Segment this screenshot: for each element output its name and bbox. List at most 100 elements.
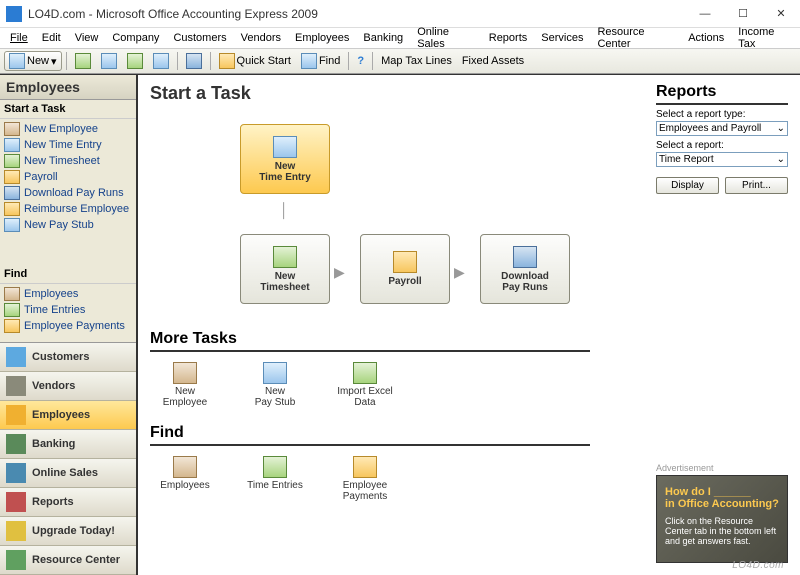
sidebar-item-new-time-entry[interactable]: New Time Entry (0, 137, 136, 153)
menu-vendors[interactable]: Vendors (235, 30, 287, 46)
reports-icon (6, 492, 26, 512)
more-tasks-row: New Employee New Pay Stub Import Excel D… (150, 358, 788, 418)
report-select[interactable]: Time Report⌄ (656, 152, 788, 167)
word-icon (153, 53, 169, 69)
quick-start-button[interactable]: Quick Start (215, 51, 295, 71)
online-icon (6, 463, 26, 483)
advertisement: Advertisement How do I ______ in Office … (656, 463, 788, 563)
find-employees[interactable]: Employees (150, 456, 220, 502)
sidebar-title: Employees (0, 75, 136, 100)
menu-customers[interactable]: Customers (167, 30, 232, 46)
tb-save[interactable] (97, 51, 121, 71)
find-time-entries[interactable]: Time Entries (240, 456, 310, 502)
nav-employees[interactable]: Employees (0, 401, 136, 430)
tb-help[interactable]: ? (353, 53, 368, 69)
menu-resource-center[interactable]: Resource Center (591, 24, 680, 52)
sidebar-item-payroll[interactable]: Payroll (0, 169, 136, 185)
find-heading: Find (150, 424, 590, 446)
sidebar-item-pay-stub[interactable]: New Pay Stub (0, 217, 136, 233)
chevron-down-icon: ⌄ (777, 123, 785, 134)
sidebar-start-heading: Start a Task (0, 100, 136, 119)
sidebar-find-employees[interactable]: Employees (0, 286, 136, 302)
app-icon (6, 6, 22, 22)
excel-icon (127, 53, 143, 69)
flow-payroll[interactable]: Payroll (360, 234, 450, 304)
report-type-select[interactable]: Employees and Payroll⌄ (656, 121, 788, 136)
sidebar-find-time-entries[interactable]: Time Entries (0, 302, 136, 318)
ad-body: Click on the Resource Center tab in the … (665, 516, 779, 546)
nav-resource-center[interactable]: Resource Center (0, 546, 136, 575)
payroll-icon (393, 251, 417, 273)
flow-download-pay-runs[interactable]: Download Pay Runs (480, 234, 570, 304)
tb-word[interactable] (149, 51, 173, 71)
employees-icon (6, 405, 26, 425)
find-icon (301, 53, 317, 69)
map-tax-lines-button[interactable]: Map Tax Lines (377, 53, 456, 69)
arrow-down: │ (280, 202, 289, 218)
flow-new-timesheet[interactable]: New Timesheet (240, 234, 330, 304)
nav-banking[interactable]: Banking (0, 430, 136, 459)
find-employee-payments[interactable]: Employee Payments (330, 456, 400, 502)
menu-income-tax[interactable]: Income Tax (732, 24, 796, 52)
sidebar-item-reimburse[interactable]: Reimburse Employee (0, 201, 136, 217)
payment-icon (353, 456, 377, 478)
reimburse-icon (4, 202, 20, 216)
person-icon (173, 362, 197, 384)
menu-reports[interactable]: Reports (483, 30, 534, 46)
timesheet-icon (273, 246, 297, 268)
resource-icon (6, 550, 26, 570)
fixed-assets-button[interactable]: Fixed Assets (458, 53, 528, 69)
print-button[interactable]: Print... (725, 177, 788, 194)
excel-icon (353, 362, 377, 384)
display-button[interactable]: Display (656, 177, 719, 194)
minimize-button[interactable]: — (686, 0, 724, 28)
nav-upgrade[interactable]: Upgrade Today! (0, 517, 136, 546)
arrow-right: ▶ (334, 264, 345, 281)
find-button[interactable]: Find (297, 51, 344, 71)
paystub-icon (4, 218, 20, 232)
menu-online-sales[interactable]: Online Sales (411, 24, 481, 52)
task-new-employee[interactable]: New Employee (150, 362, 220, 408)
report-type-label: Select a report type: (656, 109, 788, 120)
payment-icon (4, 319, 20, 333)
flow-new-time-entry[interactable]: New Time Entry (240, 124, 330, 194)
menu-file[interactable]: File (4, 30, 34, 46)
toolbar-separator (348, 52, 349, 70)
main-panel: Start a Task New Time Entry New Timeshee… (138, 75, 800, 575)
sidebar-item-download-pay-runs[interactable]: Download Pay Runs (0, 185, 136, 201)
new-icon (9, 53, 25, 69)
nav-vendors[interactable]: Vendors (0, 372, 136, 401)
menu-employees[interactable]: Employees (289, 30, 355, 46)
nav-reports[interactable]: Reports (0, 488, 136, 517)
sheet-icon (4, 303, 20, 317)
menu-edit[interactable]: Edit (36, 30, 67, 46)
task-import-excel[interactable]: Import Excel Data (330, 362, 400, 408)
tb-excel[interactable] (123, 51, 147, 71)
chevron-down-icon: ⌄ (777, 154, 785, 165)
quick-start-icon (219, 53, 235, 69)
sidebar-item-new-timesheet[interactable]: New Timesheet (0, 153, 136, 169)
menu-services[interactable]: Services (535, 30, 589, 46)
menu-actions[interactable]: Actions (682, 30, 730, 46)
tb-refresh[interactable] (182, 51, 206, 71)
sidebar: Employees Start a Task New Employee New … (0, 75, 138, 575)
people-icon (173, 456, 197, 478)
menu-banking[interactable]: Banking (357, 30, 409, 46)
nav-customers[interactable]: Customers (0, 343, 136, 372)
vendors-icon (6, 376, 26, 396)
menu-company[interactable]: Company (106, 30, 165, 46)
window-title: LO4D.com - Microsoft Office Accounting E… (28, 7, 686, 21)
sidebar-find-payments[interactable]: Employee Payments (0, 318, 136, 334)
task-new-pay-stub[interactable]: New Pay Stub (240, 362, 310, 408)
new-button[interactable]: New ▾ (4, 51, 62, 71)
nav-online-sales[interactable]: Online Sales (0, 459, 136, 488)
tb-print[interactable] (71, 51, 95, 71)
menu-view[interactable]: View (69, 30, 105, 46)
time-icon (4, 138, 20, 152)
ad-box[interactable]: How do I ______ in Office Accounting? Cl… (656, 475, 788, 563)
menubar: File Edit View Company Customers Vendors… (0, 28, 800, 48)
toolbar-separator (66, 52, 67, 70)
person-icon (4, 122, 20, 136)
sidebar-item-new-employee[interactable]: New Employee (0, 121, 136, 137)
print-icon (75, 53, 91, 69)
